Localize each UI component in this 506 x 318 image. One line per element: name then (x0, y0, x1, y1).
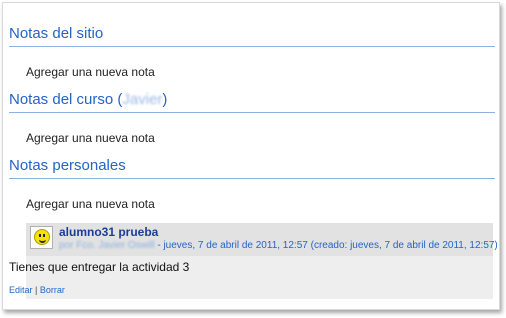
course-title-suffix: ) (162, 91, 168, 108)
edit-note-link[interactable]: Editar (9, 285, 33, 295)
note-text: Tienes que entregar la actividad 3 (9, 260, 190, 274)
note-meta: alumno31 prueba por Fco. Javier Oswill -… (59, 225, 498, 252)
note-item: alumno31 prueba por Fco. Javier Oswill -… (9, 223, 498, 299)
section-title-site: Notas del sitio (9, 25, 495, 47)
section-title-course: Notas del curso (Javier) (9, 91, 495, 113)
notes-panel: Notas del sitio Agregar una nueva nota N… (2, 2, 500, 310)
add-personal-note-link[interactable]: Agregar una nueva nota (9, 197, 495, 211)
note-date-line: por Fco. Javier Oswill - jueves, 7 de ab… (59, 239, 498, 252)
course-user-name: Javier (122, 91, 163, 108)
note-date: - jueves, 7 de abril de 2011, 12:57 (cre… (154, 240, 498, 251)
delete-note-link[interactable]: Borrar (40, 285, 65, 295)
note-header: alumno31 prueba por Fco. Javier Oswill -… (26, 223, 498, 256)
note-by-author[interactable]: por Fco. Javier Oswill (59, 240, 155, 251)
note-card: alumno31 prueba por Fco. Javier Oswill -… (9, 223, 498, 299)
avatar-mouth (39, 237, 46, 243)
smiley-icon (34, 229, 50, 245)
note-author[interactable]: alumno31 prueba (59, 225, 498, 239)
add-course-note-link[interactable]: Agregar una nueva nota (9, 131, 495, 145)
avatar[interactable] (30, 226, 53, 249)
section-title-personal: Notas personales (9, 157, 495, 179)
note-actions: Editar | Borrar (9, 275, 493, 296)
course-title-prefix: Notas del curso ( (9, 91, 123, 108)
actions-separator: | (32, 285, 40, 295)
add-site-note-link[interactable]: Agregar una nueva nota (9, 65, 495, 79)
notes-content: Notas del sitio Agregar una nueva nota N… (9, 25, 498, 299)
